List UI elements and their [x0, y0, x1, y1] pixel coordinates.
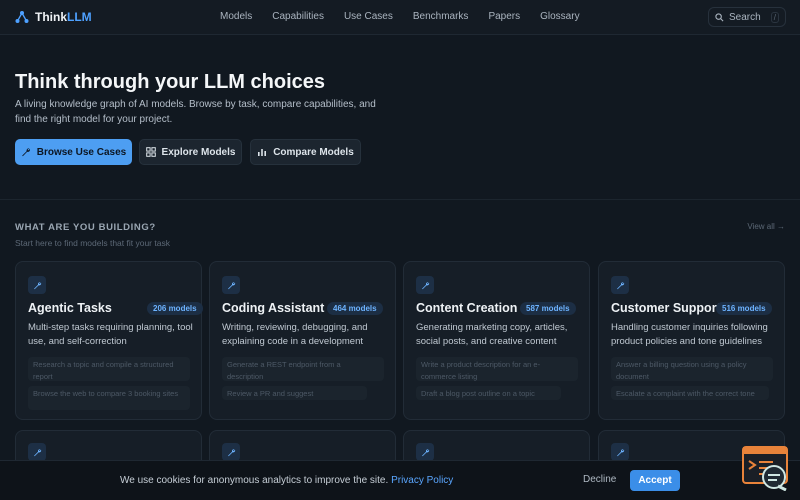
- compare-models-button[interactable]: Compare Models: [250, 139, 361, 165]
- card-example: Draft a blog post outline on a topic: [416, 386, 561, 400]
- logo-text-white: Think: [35, 10, 67, 24]
- nav-link-capabilities[interactable]: Capabilities: [272, 11, 324, 22]
- wrench-icon: [421, 448, 429, 456]
- model-count-badge: 516 models: [716, 302, 772, 315]
- wrench-icon: [21, 148, 30, 157]
- hero-section: Think through your LLM choices A living …: [0, 36, 800, 200]
- view-all-link[interactable]: View all →: [747, 222, 785, 231]
- use-case-card-coding-assistant[interactable]: Coding Assistant 464 models Writing, rev…: [209, 261, 396, 420]
- card-example: Review a PR and suggest improvements: [222, 386, 367, 400]
- section-title: WHAT ARE YOU BUILDING?: [15, 222, 156, 233]
- network-icon: [15, 11, 29, 23]
- nav-link-papers[interactable]: Papers: [488, 11, 520, 22]
- card-example: Escalate a complaint with the correct to…: [611, 386, 769, 400]
- privacy-policy-link[interactable]: Privacy Policy: [391, 475, 453, 486]
- card-title: Customer Support: [611, 301, 721, 315]
- model-count-badge: 587 models: [520, 302, 576, 315]
- model-count-badge: 464 models: [327, 302, 383, 315]
- explore-models-label: Explore Models: [161, 146, 236, 158]
- card-icon: [416, 443, 434, 461]
- chat-widget-icon[interactable]: [741, 445, 791, 491]
- browse-use-cases-label: Browse Use Cases: [36, 146, 127, 158]
- hero-title: Think through your LLM choices: [15, 71, 325, 93]
- nav-links: Models Capabilities Use Cases Benchmarks…: [220, 11, 580, 22]
- wrench-icon: [33, 281, 41, 289]
- card-icon: [611, 276, 629, 294]
- card-title: Coding Assistant: [222, 301, 325, 315]
- card-example: Answer a billing question using a policy…: [611, 357, 773, 381]
- nav-link-use-cases[interactable]: Use Cases: [344, 11, 393, 22]
- search-label: Search: [729, 11, 761, 23]
- nav-link-glossary[interactable]: Glossary: [540, 11, 579, 22]
- card-icon: [611, 443, 629, 461]
- card-example: Browse the web to compare 3 booking site…: [28, 386, 190, 410]
- use-case-card-content-creation[interactable]: Content Creation 587 models Generating m…: [403, 261, 590, 420]
- card-icon: [222, 276, 240, 294]
- accept-button[interactable]: Accept: [630, 470, 680, 491]
- card-description: Generating marketing copy, articles, soc…: [416, 322, 568, 347]
- card-example: Generate a REST endpoint from a descript…: [222, 357, 384, 381]
- top-nav: Think LLM Models Capabilities Use Cases B…: [0, 0, 800, 35]
- bar-chart-icon: [258, 149, 267, 156]
- wrench-icon: [616, 281, 624, 289]
- card-title: Content Creation: [416, 301, 518, 315]
- card-icon: [416, 276, 434, 294]
- section-subtitle: Start here to find models that fit your …: [15, 238, 170, 248]
- card-example: Research a topic and compile a structure…: [28, 357, 190, 381]
- card-description: Multi-step tasks requiring planning, too…: [28, 322, 193, 347]
- logo-text-accent: LLM: [67, 10, 92, 24]
- decline-button[interactable]: Decline: [583, 474, 616, 485]
- card-example: Write a product description for an e-com…: [416, 357, 578, 381]
- compare-models-label: Compare Models: [273, 146, 354, 158]
- wrench-icon: [33, 448, 41, 456]
- wrench-icon: [616, 448, 624, 456]
- use-case-card-agentic-tasks[interactable]: Agentic Tasks 206 models Multi-step task…: [15, 261, 203, 420]
- cookie-message: We use cookies for anonymous analytics t…: [120, 475, 453, 486]
- hero-subtitle: A living knowledge graph of AI models. B…: [15, 99, 376, 125]
- card-description: Writing, reviewing, debugging, and expla…: [222, 322, 368, 347]
- cookie-text: We use cookies for anonymous analytics t…: [120, 475, 389, 486]
- use-case-card-customer-support[interactable]: Customer Support 516 models Handling cus…: [598, 261, 785, 420]
- cookie-banner: We use cookies for anonymous analytics t…: [0, 460, 800, 500]
- nav-link-models[interactable]: Models: [220, 11, 252, 22]
- wrench-icon: [421, 281, 429, 289]
- grid-icon: [145, 147, 156, 157]
- logo[interactable]: Think LLM: [15, 10, 92, 24]
- search-button[interactable]: Search /: [708, 7, 786, 27]
- card-icon: [28, 276, 46, 294]
- browse-use-cases-button[interactable]: Browse Use Cases: [15, 139, 132, 165]
- card-description: Handling customer inquiries following pr…: [611, 322, 768, 347]
- wrench-icon: [227, 448, 235, 456]
- model-count-badge: 206 models: [147, 302, 203, 315]
- search-icon: [715, 12, 724, 21]
- card-icon: [28, 443, 46, 461]
- wrench-icon: [227, 281, 235, 289]
- card-title: Agentic Tasks: [28, 301, 112, 315]
- nav-link-benchmarks[interactable]: Benchmarks: [413, 11, 469, 22]
- explore-models-button[interactable]: Explore Models: [139, 139, 242, 165]
- card-icon: [222, 443, 240, 461]
- search-shortcut: /: [770, 11, 779, 23]
